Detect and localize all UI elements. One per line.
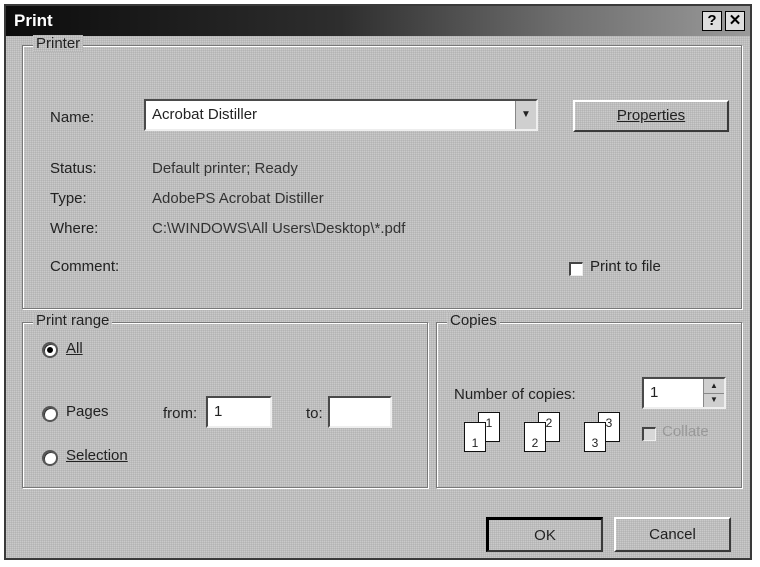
comment-label: Comment:: [50, 258, 120, 275]
title-bar[interactable]: Print ? ✕: [6, 6, 750, 36]
where-value: C:\WINDOWS\All Users\Desktop\*.pdf: [152, 220, 406, 237]
from-value: 1: [214, 403, 223, 420]
selection-radio[interactable]: [42, 450, 58, 466]
copies-legend: Copies: [447, 312, 500, 329]
name-label: Name:: [50, 109, 95, 126]
pages-label[interactable]: Pages: [66, 403, 109, 420]
status-label: Status:: [50, 160, 97, 177]
pages-radio[interactable]: [42, 406, 58, 422]
properties-button[interactable]: Properties: [573, 100, 729, 132]
spin-down-icon[interactable]: ▼: [704, 393, 724, 407]
print-dialog: Print ? ✕ Printer Name: Acrobat Distille…: [4, 4, 752, 560]
collate-page-icon: 3: [584, 422, 606, 452]
help-button[interactable]: ?: [702, 11, 722, 31]
collate-page-icon: 1: [464, 422, 486, 452]
where-label: Where:: [50, 220, 99, 237]
all-radio[interactable]: [42, 342, 58, 358]
print-range-legend: Print range: [33, 312, 112, 329]
collate-page-icon: 2: [524, 422, 546, 452]
radio-selected-dot: [47, 347, 53, 353]
type-label: Type:: [50, 190, 87, 207]
dialog-title: Print: [14, 11, 53, 30]
copies-value: 1: [650, 384, 659, 401]
printer-name-value: Acrobat Distiller: [152, 106, 258, 123]
dialog-content: Printer Name: Acrobat Distiller ▼ Proper…: [6, 35, 750, 558]
properties-label: Properties: [616, 107, 686, 124]
spin-up-icon[interactable]: ▲: [704, 379, 724, 394]
print-to-file-checkbox[interactable]: [569, 262, 583, 276]
type-value: AdobePS Acrobat Distiller: [152, 190, 324, 207]
from-input[interactable]: 1: [206, 396, 272, 428]
copies-spinner[interactable]: ▲ ▼: [703, 379, 724, 407]
number-of-copies-label: Number of copies:: [454, 386, 576, 403]
copies-input[interactable]: 1 ▲ ▼: [642, 377, 726, 409]
collate-label[interactable]: Collate: [662, 423, 709, 440]
printer-name-select[interactable]: Acrobat Distiller ▼: [144, 99, 538, 131]
status-value: Default printer; Ready: [152, 160, 298, 177]
collate-checkbox[interactable]: [642, 427, 656, 441]
selection-label[interactable]: Selection: [66, 447, 128, 464]
cancel-button[interactable]: Cancel: [614, 517, 731, 552]
all-label[interactable]: All: [66, 340, 83, 357]
to-input[interactable]: [328, 396, 392, 428]
to-label: to:: [306, 405, 323, 422]
print-to-file-label[interactable]: Print to file: [590, 258, 661, 275]
printer-group-legend: Printer: [33, 35, 83, 52]
ok-button[interactable]: OK: [486, 517, 603, 552]
from-label: from:: [163, 405, 198, 422]
dropdown-arrow-icon[interactable]: ▼: [515, 101, 536, 129]
close-button[interactable]: ✕: [725, 11, 745, 31]
